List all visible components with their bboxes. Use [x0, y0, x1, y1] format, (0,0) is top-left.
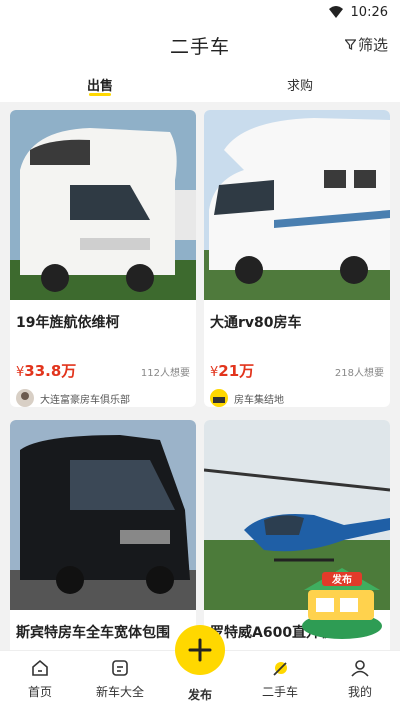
nav-home-label: 首页	[27, 685, 52, 699]
avatar	[210, 389, 228, 407]
wants-count: 218人想要	[334, 368, 384, 379]
user-icon	[351, 660, 369, 677]
listing-price: ¥21万	[210, 360, 254, 381]
price-value: 21万	[218, 362, 255, 380]
status-time: 10:26	[350, 4, 388, 20]
seller-info[interactable]: 大连富豪房车俱乐部	[10, 381, 196, 407]
listing-title: 斯宾特房车全车宽体包围	[16, 625, 170, 641]
market-badge-label: 发布	[331, 573, 352, 586]
tab-bar: 出售 求购	[0, 66, 400, 102]
used-car-icon	[273, 662, 287, 676]
listing-title: 19年旌航依维柯	[16, 315, 120, 331]
nav-home[interactable]: 首页	[0, 651, 80, 710]
seller-info[interactable]: 房车集结地	[204, 381, 390, 407]
nav-used-cars-label: 二手车	[261, 685, 298, 699]
price-value: 33.8万	[24, 362, 77, 380]
wants-count: 112人想要	[140, 368, 190, 379]
nav-new-cars-label: 新车大全	[95, 685, 144, 699]
tab-sell[interactable]: 出售	[0, 66, 200, 102]
tab-buy-label: 求购	[286, 78, 313, 94]
filter-button[interactable]: 筛选	[344, 34, 388, 55]
listing-photo	[10, 110, 196, 300]
status-bar: 10:26	[0, 0, 400, 24]
avatar	[16, 389, 34, 407]
listing-photo	[204, 110, 390, 300]
market-badge[interactable]: 发布	[296, 560, 388, 640]
nav-new-cars[interactable]: 新车大全	[80, 651, 160, 710]
listing-price: ¥33.8万	[16, 360, 76, 381]
nav-used-cars[interactable]: 二手车	[240, 651, 320, 710]
publish-label: 发布	[187, 688, 212, 702]
page-title: 二手车	[169, 35, 230, 58]
filter-label: 筛选	[357, 36, 388, 54]
plus-icon	[188, 638, 212, 662]
tab-sell-label: 出售	[86, 78, 113, 94]
car-icon	[112, 660, 128, 676]
wifi-icon	[328, 6, 343, 18]
seller-name: 大连富豪房车俱乐部	[40, 394, 130, 406]
listing-photo	[10, 420, 196, 610]
publish-button[interactable]	[175, 625, 225, 675]
listing-card[interactable]: 19年旌航依维柯 ¥33.8万 112人想要 大连富豪房车俱乐部	[10, 110, 196, 407]
home-icon	[32, 659, 48, 676]
tab-buy[interactable]: 求购	[200, 66, 400, 102]
seller-name: 房车集结地	[234, 394, 284, 406]
filter-icon	[344, 39, 356, 50]
listing-card[interactable]: 斯宾特房车全车宽体包围	[10, 420, 196, 650]
listing-card[interactable]: 大通rv80房车 ¥21万 218人想要 房车集结地	[204, 110, 390, 407]
nav-bar: 二手车 筛选	[0, 24, 400, 66]
nav-mine-label: 我的	[347, 685, 372, 699]
nav-mine[interactable]: 我的	[320, 651, 400, 710]
listing-title: 大通rv80房车	[210, 315, 302, 331]
